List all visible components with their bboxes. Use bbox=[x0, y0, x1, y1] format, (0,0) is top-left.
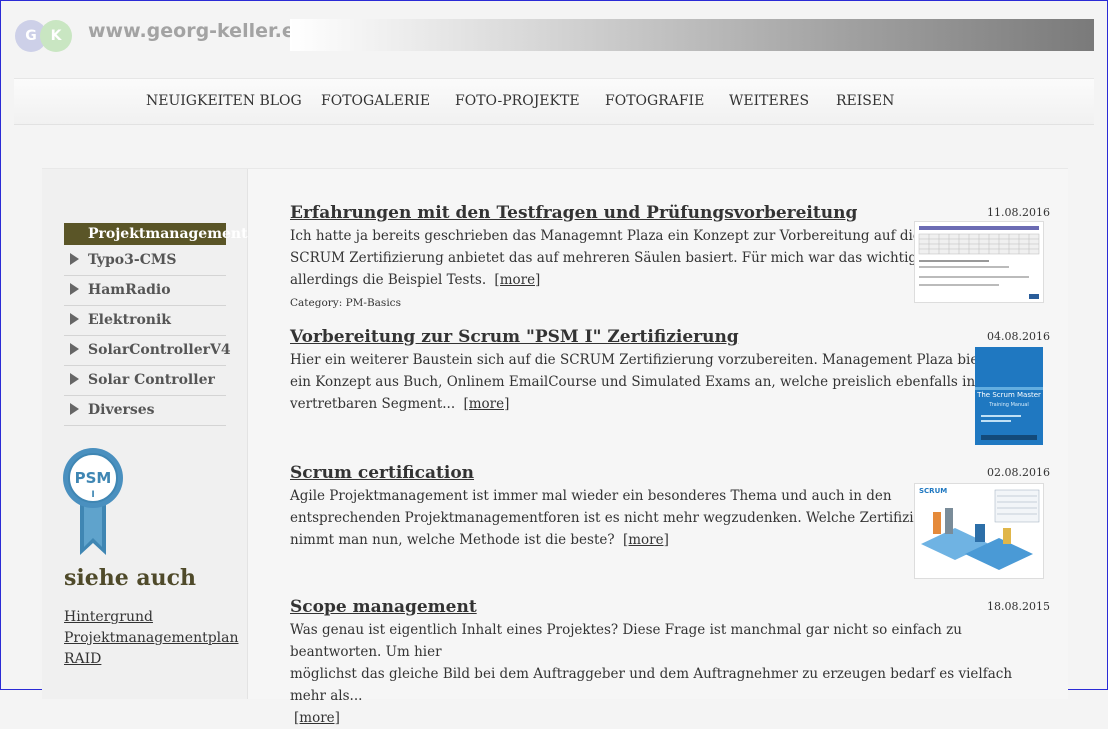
nav-item-neuigkeiten-blog[interactable]: NEUIGKEITEN BLOG bbox=[146, 93, 302, 109]
sidebar-item-label: HamRadio bbox=[88, 282, 171, 298]
thumb-subtitle: Training Manual bbox=[988, 402, 1029, 408]
article-title[interactable]: Erfahrungen mit den Testfragen und Prüfu… bbox=[290, 203, 857, 223]
more-link[interactable]: [more] bbox=[494, 272, 540, 288]
sidebar-item-label: Projektmanagement bbox=[88, 226, 248, 242]
teaser-line: Was genau ist eigentlich Inhalt eines Pr… bbox=[290, 622, 962, 660]
article-date: 11.08.2016 bbox=[987, 206, 1050, 219]
sidebar-item-label: Diverses bbox=[88, 402, 155, 418]
logo-k-circle[interactable]: K bbox=[40, 20, 72, 52]
nav-item-reisen[interactable]: REISEN bbox=[836, 93, 894, 109]
nav-item-fotogalerie[interactable]: FOTOGALERIE bbox=[321, 93, 430, 109]
triangle-right-icon bbox=[70, 253, 79, 265]
article-item: Scope management 18.08.2015 Was genau is… bbox=[290, 597, 1050, 726]
teaser-line: vertretbaren Segment... bbox=[290, 396, 456, 412]
badge-sub: I bbox=[91, 490, 94, 500]
triangle-right-icon bbox=[70, 403, 79, 415]
thumb-title: The Scrum Master bbox=[976, 391, 1041, 399]
link-projektmanagementplan[interactable]: Projektmanagementplan bbox=[64, 628, 239, 649]
sidebar-item-label: Elektronik bbox=[88, 312, 171, 328]
teaser-line: nimmt man nun, welche Methode ist die be… bbox=[290, 532, 615, 548]
site-url-title[interactable]: www.georg-keller.eu bbox=[88, 20, 308, 42]
badge-text: PSM bbox=[75, 469, 112, 487]
article-thumbnail[interactable]: The Scrum Master Training Manual bbox=[975, 347, 1043, 445]
article-title[interactable]: Scope management bbox=[290, 597, 477, 617]
article-category: Category: PM-Basics bbox=[290, 297, 401, 309]
triangle-right-icon bbox=[70, 283, 79, 295]
article-teaser: Was genau ist eigentlich Inhalt eines Pr… bbox=[290, 619, 1050, 729]
sidebar-item-label: Typo3-CMS bbox=[88, 252, 177, 268]
sidebar-item-typo3-cms[interactable]: Typo3-CMS bbox=[64, 246, 226, 276]
more-link[interactable]: [more] bbox=[294, 710, 340, 726]
teaser-line: Ich hatte ja bereits geschrieben das Man… bbox=[290, 228, 921, 244]
more-link[interactable]: [more] bbox=[623, 532, 669, 548]
sidebar-item-solar-controller[interactable]: Solar Controller bbox=[64, 366, 226, 396]
see-also-heading: siehe auch bbox=[64, 565, 197, 591]
article-item: Scrum certification 02.08.2016 Agile Pro… bbox=[290, 463, 1050, 581]
sidebar-item-solarcontrollerv4[interactable]: SolarControllerV4 bbox=[64, 336, 231, 366]
triangle-right-icon bbox=[70, 373, 79, 385]
article-item: Erfahrungen mit den Testfragen und Prüfu… bbox=[290, 203, 1050, 313]
article-date: 04.08.2016 bbox=[987, 330, 1050, 343]
sidebar-item-label: Solar Controller bbox=[88, 372, 215, 388]
article-thumbnail[interactable]: SCRUM bbox=[914, 483, 1044, 579]
link-raid[interactable]: RAID bbox=[64, 649, 239, 670]
sidebar-item-elektronik[interactable]: Elektronik bbox=[64, 306, 226, 336]
thumb-label: SCRUM bbox=[919, 487, 947, 495]
article-title[interactable]: Vorbereitung zur Scrum "PSM I" Zertifizi… bbox=[290, 327, 739, 347]
sidebar-item-label: SolarControllerV4 bbox=[88, 342, 231, 358]
sidebar: Projektmanagement Typo3-CMS HamRadio Ele… bbox=[42, 169, 248, 699]
teaser-line: Hier ein weiterer Baustein sich auf die … bbox=[290, 352, 1034, 368]
nav-item-foto-projekte[interactable]: FOTO-PROJEKTE bbox=[455, 93, 580, 109]
article-teaser: Agile Projektmanagement ist immer mal wi… bbox=[290, 485, 954, 551]
article-teaser: Hier ein weiterer Baustein sich auf die … bbox=[290, 349, 1034, 415]
teaser-line: entsprechenden Projektmanagementforen is… bbox=[290, 510, 955, 526]
nav-item-weiteres[interactable]: WEITERES bbox=[729, 93, 809, 109]
teaser-line: möglichst das gleiche Bild bei dem Auftr… bbox=[290, 666, 1013, 704]
link-hintergrund[interactable]: Hintergrund bbox=[64, 607, 239, 628]
article-item: Vorbereitung zur Scrum "PSM I" Zertifizi… bbox=[290, 327, 1050, 447]
sidebar-item-projektmanagement[interactable]: Projektmanagement bbox=[64, 223, 248, 245]
article-title[interactable]: Scrum certification bbox=[290, 463, 474, 483]
teaser-line: allerdings die Beispiel Tests. bbox=[290, 272, 487, 288]
teaser-line: ein Konzept aus Buch, Onlinem EmailCours… bbox=[290, 374, 1022, 390]
sidebar-item-diverses[interactable]: Diverses bbox=[64, 396, 226, 426]
article-date: 02.08.2016 bbox=[987, 466, 1050, 479]
more-link[interactable]: [more] bbox=[463, 396, 509, 412]
nav-item-fotografie[interactable]: FOTOGRAFIE bbox=[605, 93, 704, 109]
see-also-links: Hintergrund Projektmanagementplan RAID bbox=[64, 607, 239, 670]
content-panel: Projektmanagement Typo3-CMS HamRadio Ele… bbox=[42, 168, 1068, 726]
site-header: G K www.georg-keller.eu bbox=[12, 14, 1096, 54]
teaser-line: SCRUM Zertifizierung anbietet das auf me… bbox=[290, 250, 938, 266]
article-thumbnail[interactable] bbox=[914, 221, 1044, 303]
main-navigation: NEUIGKEITEN BLOG FOTOGALERIE FOTO-PROJEK… bbox=[14, 78, 1094, 125]
teaser-line: Agile Projektmanagement ist immer mal wi… bbox=[290, 488, 892, 504]
article-teaser: Ich hatte ja bereits geschrieben das Man… bbox=[290, 225, 937, 291]
article-date: 18.08.2015 bbox=[987, 600, 1050, 613]
triangle-right-icon bbox=[70, 313, 79, 325]
header-gradient-bar bbox=[290, 19, 1094, 51]
sidebar-menu: Projektmanagement Typo3-CMS HamRadio Ele… bbox=[64, 223, 248, 426]
sidebar-item-hamradio[interactable]: HamRadio bbox=[64, 276, 226, 306]
triangle-right-icon bbox=[70, 343, 79, 355]
psm-badge-icon: PSM I bbox=[63, 448, 123, 555]
